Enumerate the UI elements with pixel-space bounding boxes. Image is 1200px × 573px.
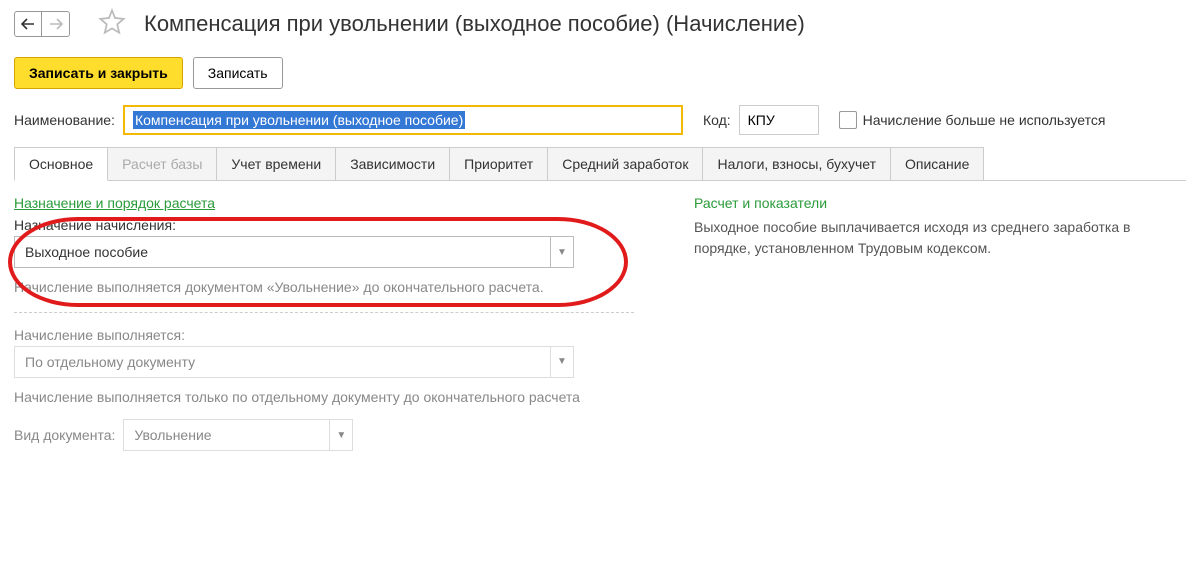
exec-dropdown-icon[interactable]: ▼ xyxy=(550,346,574,378)
forward-button[interactable] xyxy=(42,11,70,37)
save-close-button[interactable]: Записать и закрыть xyxy=(14,57,183,89)
not-used-text: Начисление больше не используется xyxy=(863,112,1106,128)
doc-type-select[interactable]: Увольнение xyxy=(123,419,329,451)
tab-time[interactable]: Учет времени xyxy=(216,147,336,180)
not-used-checkbox[interactable] xyxy=(839,111,857,129)
doc-type-label: Вид документа: xyxy=(14,427,115,443)
purpose-info: Начисление выполняется документом «Уволь… xyxy=(14,278,634,298)
purpose-dropdown-icon[interactable]: ▼ xyxy=(550,236,574,268)
section-purpose-title: Назначение и порядок расчета xyxy=(14,195,634,211)
name-label: Наименование: xyxy=(14,112,115,128)
name-input[interactable]: Компенсация при увольнении (выходное пос… xyxy=(123,105,683,135)
tab-base-calc[interactable]: Расчет базы xyxy=(107,147,217,180)
separator xyxy=(14,312,634,313)
tab-taxes[interactable]: Налоги, взносы, бухучет xyxy=(702,147,891,180)
save-button[interactable]: Записать xyxy=(193,57,283,89)
tabs: Основное Расчет базы Учет времени Зависи… xyxy=(14,147,1186,181)
exec-select[interactable]: По отдельному документу xyxy=(14,346,550,378)
tab-deps[interactable]: Зависимости xyxy=(335,147,450,180)
tab-main[interactable]: Основное xyxy=(14,147,108,181)
not-used-checkbox-label[interactable]: Начисление больше не используется xyxy=(839,111,1106,129)
favorite-star-icon[interactable] xyxy=(98,8,126,39)
purpose-label: Назначение начисления: xyxy=(14,217,634,233)
doc-type-dropdown-icon[interactable]: ▼ xyxy=(329,419,353,451)
back-button[interactable] xyxy=(14,11,42,37)
purpose-select[interactable]: Выходное пособие xyxy=(14,236,550,268)
exec-info: Начисление выполняется только по отдельн… xyxy=(14,388,634,408)
code-input[interactable] xyxy=(739,105,819,135)
exec-label: Начисление выполняется: xyxy=(14,327,634,343)
code-label: Код: xyxy=(703,112,731,128)
section-calc-title: Расчет и показатели xyxy=(694,195,1186,211)
tab-desc[interactable]: Описание xyxy=(890,147,984,180)
page-title: Компенсация при увольнении (выходное пос… xyxy=(144,11,805,37)
tab-avg-earn[interactable]: Средний заработок xyxy=(547,147,703,180)
tab-priority[interactable]: Приоритет xyxy=(449,147,548,180)
calc-description: Выходное пособие выплачивается исходя из… xyxy=(694,217,1186,259)
